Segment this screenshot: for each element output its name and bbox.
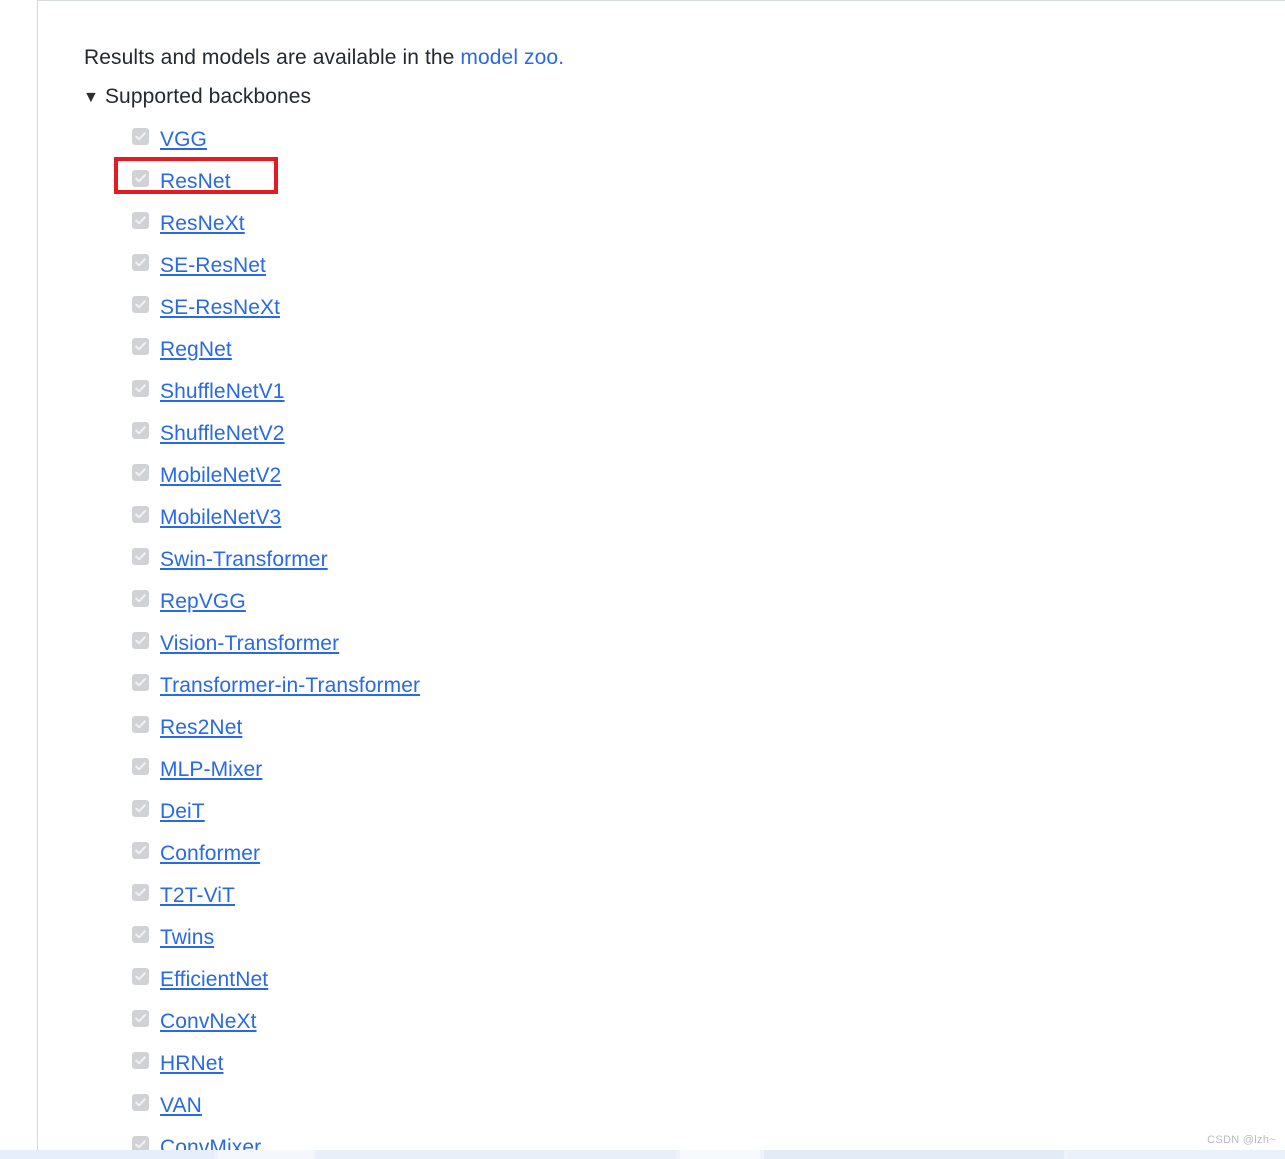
backbone-link[interactable]: MLP-Mixer <box>160 757 262 783</box>
list-item: Twins <box>83 917 1183 959</box>
list-item: SE-ResNet <box>83 245 1183 287</box>
checkbox-checked-icon[interactable] <box>132 128 149 145</box>
backbone-link[interactable]: SE-ResNet <box>160 253 266 279</box>
backbone-link[interactable]: Transformer-in-Transformer <box>160 673 420 699</box>
taskbar-segment <box>0 1150 214 1159</box>
list-item: MobileNetV3 <box>83 497 1183 539</box>
list-item: EfficientNet <box>83 959 1183 1001</box>
list-item: VGG <box>83 119 1183 161</box>
taskbar-segment <box>680 1150 760 1159</box>
backbone-link[interactable]: ShuffleNetV1 <box>160 379 285 405</box>
backbone-link[interactable]: EfficientNet <box>160 967 268 993</box>
list-item: Transformer-in-Transformer <box>83 665 1183 707</box>
checkbox-checked-icon[interactable] <box>132 758 149 775</box>
checkbox-checked-icon[interactable] <box>132 968 149 985</box>
list-item: Conformer <box>83 833 1183 875</box>
backbone-checklist: VGG ResNet ResNeXt SE-ResNet SE-ResNeXt RegNe… <box>83 119 1183 1150</box>
checkbox-checked-icon[interactable] <box>132 842 149 859</box>
backbone-link[interactable]: ResNet <box>160 169 231 195</box>
backbone-link[interactable]: Vision-Transformer <box>160 631 339 657</box>
checkbox-checked-icon[interactable] <box>132 422 149 439</box>
list-item: VAN <box>83 1085 1183 1127</box>
taskbar-strip <box>0 1150 1285 1159</box>
list-item: RegNet <box>83 329 1183 371</box>
list-item: Swin-Transformer <box>83 539 1183 581</box>
taskbar-segment <box>1068 1150 1285 1159</box>
list-item: Vision-Transformer <box>83 623 1183 665</box>
list-item: ShuffleNetV2 <box>83 413 1183 455</box>
checkbox-checked-icon[interactable] <box>132 338 149 355</box>
intro-text-after: . <box>558 46 565 69</box>
backbone-link[interactable]: ConvMixer <box>160 1135 261 1150</box>
checkbox-checked-icon[interactable] <box>132 212 149 229</box>
checkbox-checked-icon[interactable] <box>132 464 149 481</box>
backbone-link[interactable]: ShuffleNetV2 <box>160 421 285 447</box>
checkbox-checked-icon[interactable] <box>132 1094 149 1111</box>
list-item: Res2Net <box>83 707 1183 749</box>
backbone-link[interactable]: Conformer <box>160 841 260 867</box>
list-item: HRNet <box>83 1043 1183 1085</box>
backbone-link[interactable]: RegNet <box>160 337 232 363</box>
checkbox-checked-icon[interactable] <box>132 632 149 649</box>
list-item: RepVGG <box>83 581 1183 623</box>
taskbar-segment <box>316 1150 676 1159</box>
csdn-watermark: CSDN @lzh~ <box>1207 1134 1276 1146</box>
list-item: ResNeXt <box>83 203 1183 245</box>
list-item: MLP-Mixer <box>83 749 1183 791</box>
backbone-link[interactable]: Swin-Transformer <box>160 547 328 573</box>
checkbox-checked-icon[interactable] <box>132 590 149 607</box>
checkbox-checked-icon[interactable] <box>132 926 149 943</box>
backbone-link[interactable]: VGG <box>160 127 207 153</box>
checkbox-checked-icon[interactable] <box>132 1052 149 1069</box>
taskbar-segment <box>764 1150 1064 1159</box>
list-item: MobileNetV2 <box>83 455 1183 497</box>
left-gutter <box>0 0 37 1150</box>
content-pane: Results and models are available in the … <box>37 0 1285 1150</box>
backbone-link[interactable]: ConvNeXt <box>160 1009 257 1035</box>
supported-backbones-summary[interactable]: ▼ Supported backbones <box>83 82 311 112</box>
checkbox-checked-icon[interactable] <box>132 380 149 397</box>
list-item: ShuffleNetV1 <box>83 371 1183 413</box>
backbone-link[interactable]: DeiT <box>160 799 205 825</box>
checkbox-checked-icon[interactable] <box>132 506 149 523</box>
backbone-link[interactable]: SE-ResNeXt <box>160 295 280 321</box>
triangle-down-icon: ▼ <box>83 89 99 106</box>
backbone-link[interactable]: RepVGG <box>160 589 246 615</box>
list-item: ResNet <box>83 161 1183 203</box>
backbone-link[interactable]: MobileNetV3 <box>160 505 281 531</box>
list-item: ConvMixer <box>83 1127 1183 1150</box>
list-item: DeiT <box>83 791 1183 833</box>
intro-text-before: Results and models are available in the <box>84 46 461 69</box>
checkbox-checked-icon[interactable] <box>132 800 149 817</box>
taskbar-segment <box>218 1150 314 1159</box>
backbone-link[interactable]: MobileNetV2 <box>160 463 281 489</box>
intro-paragraph: Results and models are available in the … <box>84 42 564 74</box>
model-zoo-link[interactable]: model zoo <box>460 46 558 69</box>
checkbox-checked-icon[interactable] <box>132 254 149 271</box>
backbone-link[interactable]: VAN <box>160 1093 202 1119</box>
backbone-link[interactable]: HRNet <box>160 1051 224 1077</box>
screenshot-root: Results and models are available in the … <box>0 0 1285 1159</box>
checkbox-checked-icon[interactable] <box>132 674 149 691</box>
checkbox-checked-icon[interactable] <box>132 1136 149 1150</box>
backbone-link[interactable]: Twins <box>160 925 214 951</box>
checkbox-checked-icon[interactable] <box>132 548 149 565</box>
checkbox-checked-icon[interactable] <box>132 296 149 313</box>
list-item: ConvNeXt <box>83 1001 1183 1043</box>
supported-backbones-title: Supported backbones <box>104 85 312 108</box>
checkbox-checked-icon[interactable] <box>132 716 149 733</box>
list-item: SE-ResNeXt <box>83 287 1183 329</box>
checkbox-checked-icon[interactable] <box>132 170 149 187</box>
backbone-link[interactable]: T2T-ViT <box>160 883 235 909</box>
list-item: T2T-ViT <box>83 875 1183 917</box>
checkbox-checked-icon[interactable] <box>132 884 149 901</box>
backbone-link[interactable]: Res2Net <box>160 715 242 741</box>
checkbox-checked-icon[interactable] <box>132 1010 149 1027</box>
backbone-link[interactable]: ResNeXt <box>160 211 245 237</box>
